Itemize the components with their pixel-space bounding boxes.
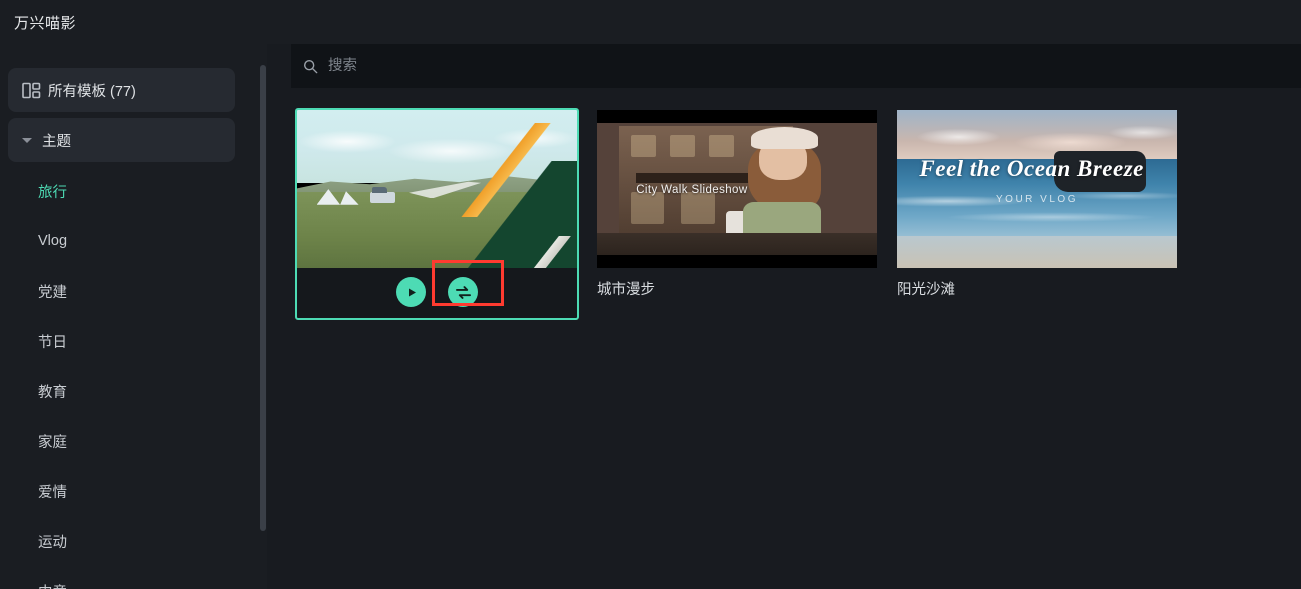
search-bar[interactable] <box>291 44 1301 88</box>
thumbnail-artwork: Feel the Ocean Breeze YOUR VLOG <box>897 110 1177 268</box>
chevron-down-icon <box>22 137 32 143</box>
thumbnail-overlay-subtext: YOUR VLOG <box>996 193 1078 205</box>
template-layout-icon <box>14 82 48 99</box>
sidebar-item-label: 节日 <box>38 334 67 351</box>
sidebar-group-label: 主题 <box>42 133 71 150</box>
template-thumbnail[interactable]: Feel the Ocean Breeze YOUR VLOG <box>897 110 1177 268</box>
swap-button[interactable] <box>448 277 478 307</box>
sidebar-item-label: 所有模板 (77) <box>48 83 136 100</box>
sidebar-item-all-templates[interactable]: 所有模板 (77) <box>8 68 235 112</box>
template-card[interactable] <box>295 108 579 320</box>
app-title: 万兴喵影 <box>14 14 77 32</box>
thumbnail-artwork: City Walk Slideshow <box>597 110 877 268</box>
sidebar-item-holiday[interactable]: 节日 <box>8 326 235 356</box>
sidebar: 所有模板 (77) 主题 旅行 Vlog 党建 节日 教育 家庭 爱情 运动 <box>0 44 267 589</box>
template-card[interactable]: City Walk Slideshow 城市漫步 <box>597 110 877 299</box>
sidebar-item-education[interactable]: 教育 <box>8 376 235 406</box>
sidebar-item-label: 党建 <box>38 284 67 301</box>
template-thumbnail[interactable]: City Walk Slideshow <box>597 110 877 268</box>
sidebar-group-theme[interactable]: 主题 <box>8 118 235 162</box>
sidebar-item-love[interactable]: 爱情 <box>8 476 235 506</box>
main-panel: City Walk Slideshow 城市漫步 <box>267 44 1301 589</box>
card-action-bar <box>297 268 577 316</box>
thumbnail-overlay-text: Feel the Ocean Breeze <box>919 155 1144 181</box>
sidebar-scrollbar-thumb[interactable] <box>260 65 266 531</box>
sidebar-item-vlog[interactable]: Vlog <box>8 226 235 256</box>
template-browser-window: 万兴喵影 所有模板 (77) 主题 旅行 Vlog 党建 节日 教育 家庭 爱情… <box>0 0 1301 589</box>
sidebar-item-party-building[interactable]: 党建 <box>8 276 235 306</box>
search-input[interactable] <box>328 52 1301 80</box>
sidebar-item-sports[interactable]: 运动 <box>8 526 235 556</box>
letterbox-bottom <box>597 255 877 268</box>
template-card[interactable]: Feel the Ocean Breeze YOUR VLOG 阳光沙滩 <box>897 110 1177 299</box>
sidebar-item-label: 中意 <box>38 581 67 589</box>
template-grid: City Walk Slideshow 城市漫步 Feel the Ocean … <box>295 108 1297 580</box>
thumbnail-overlay-text: City Walk Slideshow <box>636 184 748 197</box>
sidebar-item-partial[interactable]: 中意 <box>8 576 235 589</box>
template-title: 城市漫步 <box>597 282 655 298</box>
template-thumbnail[interactable] <box>297 110 577 268</box>
title-bar: 万兴喵影 <box>0 0 1301 44</box>
thumbnail-artwork <box>297 110 577 268</box>
sidebar-item-label: 爱情 <box>38 484 67 501</box>
letterbox-top <box>597 110 877 123</box>
sidebar-item-travel[interactable]: 旅行 <box>8 176 235 206</box>
sidebar-item-label: 旅行 <box>38 184 67 201</box>
sidebar-item-label: Vlog <box>38 233 68 249</box>
sidebar-item-label: 教育 <box>38 384 67 401</box>
sidebar-item-family[interactable]: 家庭 <box>8 426 235 456</box>
search-icon <box>303 59 318 74</box>
sidebar-item-label: 运动 <box>38 534 67 551</box>
template-title: 阳光沙滩 <box>897 282 955 298</box>
sidebar-item-label: 家庭 <box>38 434 67 451</box>
play-button[interactable] <box>396 277 426 307</box>
